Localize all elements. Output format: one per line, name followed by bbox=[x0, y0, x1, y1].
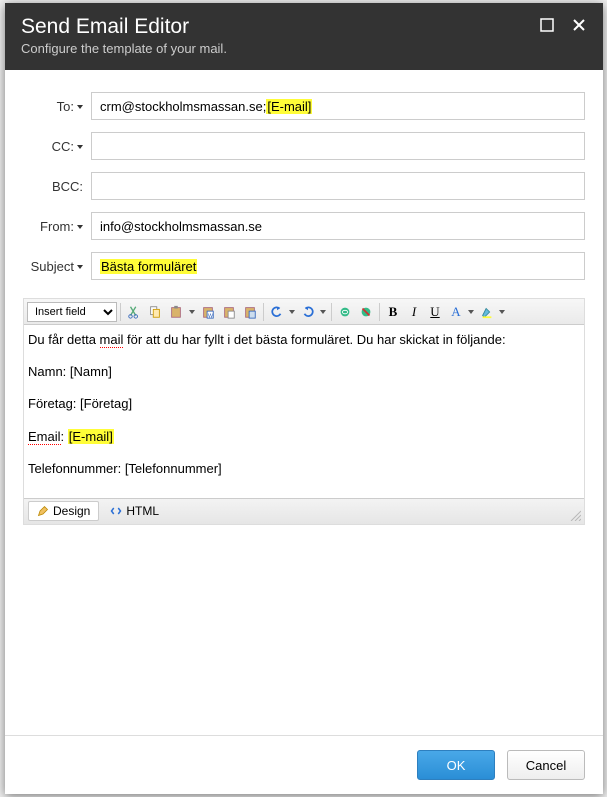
row-from: From: info@stockholmsmassan.se bbox=[23, 212, 585, 240]
body-line-3: Företag: [Företag] bbox=[28, 395, 580, 413]
body-line-2: Namn: [Namn] bbox=[28, 363, 580, 381]
bcc-label: BCC: bbox=[23, 179, 91, 194]
from-field[interactable]: info@stockholmsmassan.se bbox=[91, 212, 585, 240]
row-cc: CC: bbox=[23, 132, 585, 160]
dialog-subtitle: Configure the template of your mail. bbox=[21, 41, 587, 56]
paste-split[interactable] bbox=[187, 302, 197, 322]
highlight-color-split[interactable] bbox=[477, 302, 507, 322]
font-color-icon[interactable]: A bbox=[446, 302, 466, 322]
redo-split[interactable] bbox=[298, 302, 328, 322]
font-color-split[interactable]: A bbox=[446, 302, 476, 322]
unlink-icon[interactable] bbox=[356, 302, 376, 322]
chevron-down-icon[interactable] bbox=[187, 302, 197, 322]
insert-field-select[interactable]: Insert field bbox=[27, 302, 117, 322]
dialog: Send Email Editor Configure the template… bbox=[5, 3, 603, 794]
chevron-down-icon[interactable] bbox=[497, 302, 507, 322]
code-icon bbox=[110, 505, 122, 517]
subject-highlight: Bästa formuläret bbox=[100, 259, 197, 274]
chevron-down-icon[interactable] bbox=[287, 302, 297, 322]
cc-field[interactable] bbox=[91, 132, 585, 160]
window-controls bbox=[537, 15, 589, 35]
body-highlight: [E-mail] bbox=[68, 429, 114, 444]
bcc-field[interactable] bbox=[91, 172, 585, 200]
undo-icon[interactable] bbox=[267, 302, 287, 322]
close-icon[interactable] bbox=[569, 15, 589, 35]
resize-grip-icon[interactable] bbox=[569, 509, 581, 521]
editor-body[interactable]: Du får detta mail för att du har fyllt i… bbox=[24, 325, 584, 498]
maximize-icon[interactable] bbox=[537, 15, 557, 35]
editor-footer: Design HTML bbox=[24, 498, 584, 524]
to-value-highlight: [E-mail] bbox=[266, 99, 312, 114]
row-to: To: crm@stockholmsmassan.se;[E-mail] bbox=[23, 92, 585, 120]
pencil-icon bbox=[37, 505, 49, 517]
redo-icon[interactable] bbox=[298, 302, 318, 322]
tab-html[interactable]: HTML bbox=[101, 501, 168, 521]
paste-icon[interactable] bbox=[166, 302, 186, 322]
paste-html-icon[interactable] bbox=[240, 302, 260, 322]
row-subject: Subject Bästa formuläret bbox=[23, 252, 585, 280]
body-line-4: Email: [E-mail] bbox=[28, 428, 580, 446]
chevron-down-icon[interactable] bbox=[466, 302, 476, 322]
body-line-1: Du får detta mail för att du har fyllt i… bbox=[28, 331, 580, 349]
spell-error: mail bbox=[100, 332, 124, 348]
separator bbox=[379, 303, 380, 321]
separator bbox=[331, 303, 332, 321]
separator bbox=[120, 303, 121, 321]
cut-icon[interactable] bbox=[124, 302, 144, 322]
copy-icon[interactable] bbox=[145, 302, 165, 322]
subject-label[interactable]: Subject bbox=[23, 259, 91, 274]
to-value-plain: crm@stockholmsmassan.se; bbox=[100, 99, 266, 114]
cancel-button[interactable]: Cancel bbox=[507, 750, 585, 780]
editor-toolbar: Insert field W B I U bbox=[24, 299, 584, 325]
svg-text:W: W bbox=[208, 313, 213, 319]
form-area: To: crm@stockholmsmassan.se;[E-mail] CC:… bbox=[5, 70, 603, 298]
editor: Insert field W B I U bbox=[23, 298, 585, 525]
dialog-footer: OK Cancel bbox=[5, 735, 603, 794]
link-icon[interactable] bbox=[335, 302, 355, 322]
to-field[interactable]: crm@stockholmsmassan.se;[E-mail] bbox=[91, 92, 585, 120]
underline-icon[interactable]: U bbox=[425, 302, 445, 322]
subject-field[interactable]: Bästa formuläret bbox=[91, 252, 585, 280]
dialog-title: Send Email Editor bbox=[21, 15, 587, 39]
italic-icon[interactable]: I bbox=[404, 302, 424, 322]
ok-button[interactable]: OK bbox=[417, 750, 495, 780]
separator bbox=[263, 303, 264, 321]
paste-plain-icon[interactable] bbox=[219, 302, 239, 322]
paste-word-icon[interactable]: W bbox=[198, 302, 218, 322]
undo-split[interactable] bbox=[267, 302, 297, 322]
bold-icon[interactable]: B bbox=[383, 302, 403, 322]
row-bcc: BCC: bbox=[23, 172, 585, 200]
tab-design[interactable]: Design bbox=[28, 501, 99, 521]
titlebar: Send Email Editor Configure the template… bbox=[5, 3, 603, 70]
cc-label[interactable]: CC: bbox=[23, 139, 91, 154]
spell-error: Email bbox=[28, 429, 61, 445]
chevron-down-icon[interactable] bbox=[318, 302, 328, 322]
body-line-5: Telefonnummer: [Telefonnummer] bbox=[28, 460, 580, 478]
from-label[interactable]: From: bbox=[23, 219, 91, 234]
to-label[interactable]: To: bbox=[23, 99, 91, 114]
highlight-icon[interactable] bbox=[477, 302, 497, 322]
